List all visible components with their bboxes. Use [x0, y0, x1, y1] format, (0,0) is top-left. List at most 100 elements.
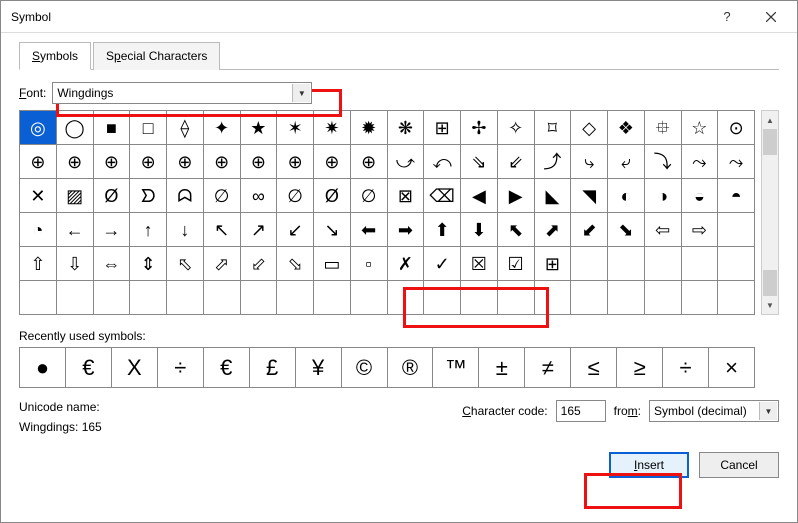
symbol-cell[interactable]: ⇔ [94, 247, 131, 281]
symbol-cell[interactable]: ∅ [277, 179, 314, 213]
symbol-cell[interactable] [535, 281, 572, 315]
symbol-cell[interactable]: ☒ [461, 247, 498, 281]
symbol-cell[interactable] [94, 281, 131, 315]
symbol-cell[interactable]: ⊠ [388, 179, 425, 213]
symbol-cell[interactable]: ▭ [314, 247, 351, 281]
recent-symbol-cell[interactable]: € [66, 348, 112, 388]
symbol-cell[interactable]: ↑ [130, 213, 167, 247]
cancel-button[interactable]: Cancel [699, 452, 779, 478]
scroll-down-icon[interactable]: ▼ [762, 296, 778, 314]
symbol-cell[interactable]: ⊕ [20, 145, 57, 179]
symbol-cell[interactable]: ⊙ [718, 111, 755, 145]
symbol-cell[interactable] [608, 281, 645, 315]
symbol-cell[interactable]: ⬂ [277, 247, 314, 281]
symbol-cell[interactable]: ⇩ [57, 247, 94, 281]
symbol-cell[interactable]: ⬈ [535, 213, 572, 247]
symbol-cell[interactable]: ∅ [204, 179, 241, 213]
symbol-cell[interactable] [498, 281, 535, 315]
symbol-cell[interactable] [167, 281, 204, 315]
symbol-cell[interactable]: ⌑ [535, 111, 572, 145]
symbol-cell[interactable]: ↙ [277, 213, 314, 247]
symbol-cell[interactable]: ✢ [461, 111, 498, 145]
symbol-cell[interactable]: ◎ [20, 111, 57, 145]
symbol-cell[interactable]: ✦ [204, 111, 241, 145]
symbol-cell[interactable] [718, 281, 755, 315]
symbol-cell[interactable]: ⤳ [682, 145, 719, 179]
symbol-cell[interactable] [130, 281, 167, 315]
scroll-thumb-lower[interactable] [763, 270, 777, 296]
recent-symbol-cell[interactable]: ≠ [525, 348, 571, 388]
symbol-cell[interactable]: ◇ [571, 111, 608, 145]
symbol-cell[interactable]: ⤺ [424, 145, 461, 179]
recent-symbol-cell[interactable]: × [709, 348, 755, 388]
symbol-cell[interactable] [241, 281, 278, 315]
recent-symbol-cell[interactable]: Χ [112, 348, 158, 388]
scroll-thumb[interactable] [763, 129, 777, 155]
symbol-cell[interactable]: ⊕ [314, 145, 351, 179]
symbol-cell[interactable]: ∞ [241, 179, 278, 213]
symbol-cell[interactable]: ⬀ [204, 247, 241, 281]
recent-symbol-cell[interactable]: ¥ [296, 348, 342, 388]
symbol-cell[interactable]: ⬋ [571, 213, 608, 247]
symbol-cell[interactable]: ⟠ [167, 111, 204, 145]
scrollbar[interactable]: ▲ ▼ [761, 110, 779, 315]
symbol-cell[interactable]: ◒ [682, 179, 719, 213]
symbol-cell[interactable] [608, 247, 645, 281]
symbol-cell[interactable]: ⬇ [461, 213, 498, 247]
symbol-cell[interactable]: ✓ [424, 247, 461, 281]
symbol-cell[interactable]: ⤴ [535, 145, 572, 179]
symbol-cell[interactable]: ◣ [535, 179, 572, 213]
symbol-cell[interactable]: ➡ [388, 213, 425, 247]
symbol-cell[interactable] [718, 213, 755, 247]
symbol-cell[interactable] [645, 281, 682, 315]
symbol-cell[interactable] [351, 281, 388, 315]
recent-symbol-cell[interactable]: € [204, 348, 250, 388]
close-button[interactable] [749, 2, 793, 32]
recent-symbol-cell[interactable]: ≥ [617, 348, 663, 388]
symbol-cell[interactable]: ▶ [498, 179, 535, 213]
symbol-cell[interactable]: ◐ [608, 179, 645, 213]
symbol-cell[interactable] [20, 281, 57, 315]
symbol-cell[interactable]: ⇨ [682, 213, 719, 247]
font-select[interactable]: Wingdings ▼ [52, 82, 312, 104]
symbol-cell[interactable]: ✧ [498, 111, 535, 145]
symbol-cell[interactable]: ⤳ [718, 145, 755, 179]
symbol-cell[interactable]: Ø [314, 179, 351, 213]
symbol-cell[interactable]: ⤻ [388, 145, 425, 179]
symbol-cell[interactable]: ⬁ [167, 247, 204, 281]
symbol-cell[interactable]: ⬊ [608, 213, 645, 247]
symbol-cell[interactable]: ᗤ [130, 179, 167, 213]
symbol-cell[interactable] [645, 247, 682, 281]
symbol-cell[interactable] [682, 281, 719, 315]
symbol-cell[interactable]: ■ [94, 111, 131, 145]
symbol-cell[interactable]: ⇧ [20, 247, 57, 281]
tab-special-characters[interactable]: Special Characters [93, 42, 220, 70]
symbol-cell[interactable]: ☑ [498, 247, 535, 281]
recent-symbol-cell[interactable]: £ [250, 348, 296, 388]
symbol-cell[interactable]: ⊕ [94, 145, 131, 179]
symbol-cell[interactable] [461, 281, 498, 315]
recent-symbol-cell[interactable]: ÷ [663, 348, 709, 388]
symbol-cell[interactable]: ◥ [571, 179, 608, 213]
recent-symbol-cell[interactable]: ® [388, 348, 434, 388]
symbol-cell[interactable] [424, 281, 461, 315]
symbol-cell[interactable]: ᗣ [167, 179, 204, 213]
symbol-cell[interactable]: ⊕ [204, 145, 241, 179]
symbol-cell[interactable]: ★ [241, 111, 278, 145]
symbol-cell[interactable]: ▫ [351, 247, 388, 281]
symbol-cell[interactable]: ⤶ [608, 145, 645, 179]
symbol-cell[interactable]: ⊞ [424, 111, 461, 145]
symbol-cell[interactable]: □ [130, 111, 167, 145]
symbol-cell[interactable]: ☆ [682, 111, 719, 145]
symbol-cell[interactable] [388, 281, 425, 315]
insert-button[interactable]: Insert [609, 452, 689, 478]
tab-symbols[interactable]: Symbols [19, 42, 91, 70]
recent-symbol-cell[interactable]: ± [479, 348, 525, 388]
symbol-cell[interactable]: ✗ [388, 247, 425, 281]
symbol-cell[interactable]: ✕ [20, 179, 57, 213]
symbol-cell[interactable] [277, 281, 314, 315]
symbol-cell[interactable]: ↗ [241, 213, 278, 247]
symbol-cell[interactable]: ⯐ [645, 111, 682, 145]
recent-symbol-cell[interactable]: ● [20, 348, 66, 388]
symbol-cell[interactable]: ⬅ [351, 213, 388, 247]
